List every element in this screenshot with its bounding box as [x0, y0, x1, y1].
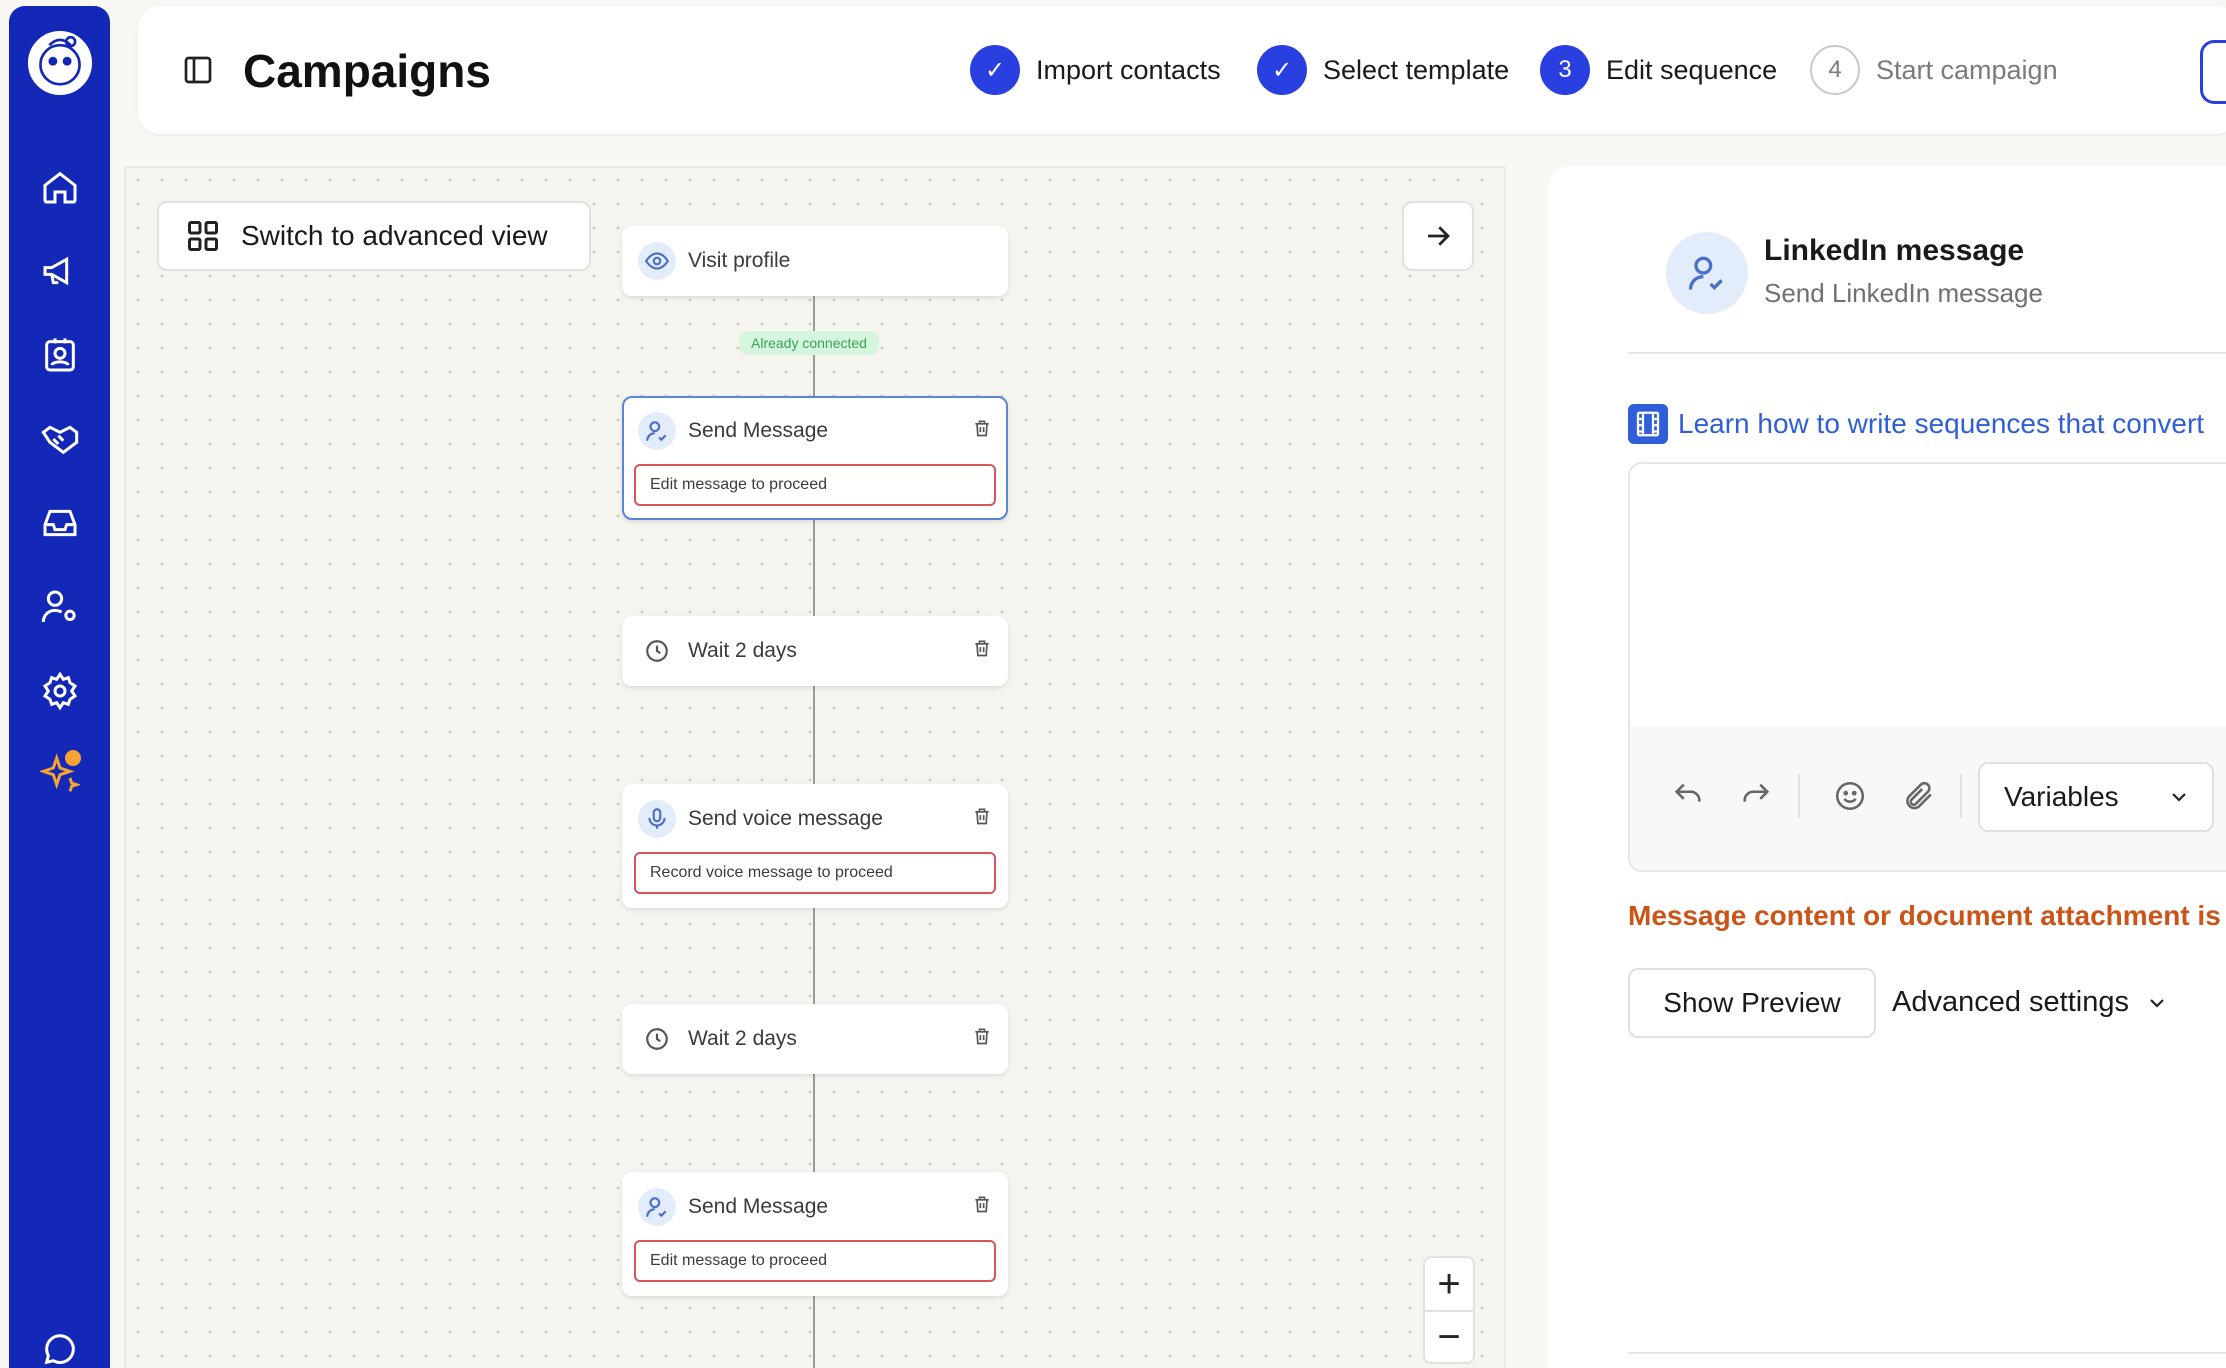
record-voice-warning[interactable]: Record voice message to proceed — [634, 852, 996, 894]
node-wait[interactable]: Wait 2 days — [622, 1004, 1008, 1074]
toggle-sidebar-icon[interactable] — [182, 54, 214, 86]
page-title: Campaigns — [243, 45, 491, 97]
step-number: 3 — [1540, 45, 1590, 95]
connector-line — [813, 686, 815, 786]
panel-title: LinkedIn message — [1764, 234, 2025, 267]
step-label: Edit sequence — [1606, 54, 1778, 85]
zoom-in-button[interactable]: + — [1425, 1258, 1473, 1310]
connector-line — [813, 1074, 815, 1174]
header-action-button[interactable] — [2200, 40, 2226, 104]
check-icon: ✓ — [1257, 45, 1307, 95]
already-connected-tag: Already connected — [739, 331, 879, 355]
editor-toolbar: Variables — [1630, 726, 2226, 870]
contacts-icon[interactable] — [35, 330, 85, 380]
megaphone-icon[interactable] — [35, 246, 85, 296]
connector-line — [813, 906, 815, 1006]
trash-icon[interactable] — [972, 1026, 992, 1052]
node-send-voice-message[interactable]: Send voice message Record voice message … — [622, 784, 1008, 908]
learn-sequences-link[interactable]: Learn how to write sequences that conver… — [1628, 404, 2204, 444]
user-check-icon — [638, 412, 676, 450]
user-check-icon — [638, 1188, 676, 1226]
connector-line — [813, 518, 815, 618]
trash-icon[interactable] — [972, 418, 992, 444]
edit-message-warning[interactable]: Edit message to proceed — [634, 1240, 996, 1282]
node-label: Wait 2 days — [688, 1027, 797, 1050]
gear-icon[interactable] — [35, 666, 85, 716]
node-label: Wait 2 days — [688, 639, 797, 662]
inbox-icon[interactable] — [35, 498, 85, 548]
node-send-message[interactable]: Send Message Edit message to proceed — [622, 1172, 1008, 1296]
node-label: Visit profile — [688, 249, 791, 272]
chevron-down-icon — [2171, 793, 2186, 802]
trash-icon[interactable] — [972, 1194, 992, 1220]
preview-label: Show Preview — [1663, 987, 1841, 1018]
panel-subtitle: Send LinkedIn message — [1764, 278, 2043, 308]
notification-dot — [65, 750, 81, 766]
connector-line — [813, 1294, 815, 1368]
step-number: 4 — [1810, 45, 1860, 95]
clock-icon — [638, 632, 676, 670]
node-send-message[interactable]: Send Message Edit message to proceed — [622, 396, 1008, 520]
node-label: Send Message — [688, 419, 829, 442]
step-label: Import contacts — [1036, 54, 1221, 85]
undo-icon[interactable] — [1668, 776, 1708, 816]
step-select-template[interactable]: ✓ Select template — [1257, 44, 1509, 96]
message-editor: Variables — [1628, 462, 2226, 872]
clock-icon — [638, 1020, 676, 1058]
grid-icon — [188, 221, 218, 251]
expand-panel-button[interactable] — [1402, 201, 1474, 271]
step-label: Start campaign — [1876, 54, 2058, 85]
check-icon: ✓ — [970, 45, 1020, 95]
divider — [1628, 1352, 2226, 1354]
toolbar-separator — [1960, 774, 1962, 818]
zoom-controls: + − — [1423, 1256, 1475, 1364]
advanced-settings-label: Advanced settings — [1892, 986, 2129, 1018]
variables-dropdown[interactable]: Variables — [1978, 762, 2214, 832]
trash-icon[interactable] — [972, 638, 992, 664]
app-logo[interactable] — [24, 27, 96, 99]
eye-icon — [638, 242, 676, 280]
step-edit-sequence[interactable]: 3 Edit sequence — [1540, 44, 1777, 96]
chevron-down-icon — [2150, 998, 2164, 1008]
microphone-icon — [638, 800, 676, 838]
node-visit-profile[interactable]: Visit profile — [622, 226, 1008, 296]
node-wait[interactable]: Wait 2 days — [622, 616, 1008, 686]
node-label: Send Message — [688, 1195, 829, 1218]
arrow-right-icon — [1428, 226, 1450, 246]
node-label: Send voice message — [688, 807, 883, 830]
user-check-icon — [1666, 232, 1748, 314]
toolbar-separator — [1798, 774, 1800, 818]
sidebar — [9, 6, 110, 1368]
variables-label: Variables — [2004, 781, 2119, 812]
validation-error: Message content or document attachment i… — [1628, 900, 2221, 931]
step-import-contacts[interactable]: ✓ Import contacts — [970, 44, 1221, 96]
paperclip-icon[interactable] — [1898, 776, 1938, 816]
sparkle-icon[interactable] — [35, 748, 85, 798]
chat-icon[interactable] — [35, 1324, 85, 1368]
emoji-icon[interactable] — [1830, 776, 1870, 816]
divider — [1628, 352, 2226, 354]
learn-link-label: Learn how to write sequences that conver… — [1678, 408, 2205, 439]
top-header: Campaigns ✓ Import contacts ✓ Select tem… — [138, 6, 2226, 134]
user-settings-icon[interactable] — [35, 582, 85, 632]
message-textarea[interactable] — [1630, 464, 2226, 726]
film-icon — [1628, 404, 1668, 444]
switch-advanced-view-button[interactable]: Switch to advanced view — [157, 201, 591, 271]
step-label: Select template — [1323, 54, 1510, 85]
show-preview-button[interactable]: Show Preview — [1628, 968, 1876, 1038]
step-detail-panel: LinkedIn message Send LinkedIn message L… — [1548, 166, 2226, 1368]
advanced-settings-toggle[interactable]: Advanced settings — [1892, 986, 2169, 1019]
advanced-view-label: Switch to advanced view — [241, 220, 548, 251]
redo-icon[interactable] — [1736, 776, 1776, 816]
edit-message-warning[interactable]: Edit message to proceed — [634, 464, 996, 506]
step-start-campaign[interactable]: 4 Start campaign — [1810, 44, 2058, 96]
trash-icon[interactable] — [972, 806, 992, 832]
home-icon[interactable] — [35, 162, 85, 212]
zoom-out-button[interactable]: − — [1425, 1310, 1473, 1362]
handshake-icon[interactable] — [35, 414, 85, 464]
